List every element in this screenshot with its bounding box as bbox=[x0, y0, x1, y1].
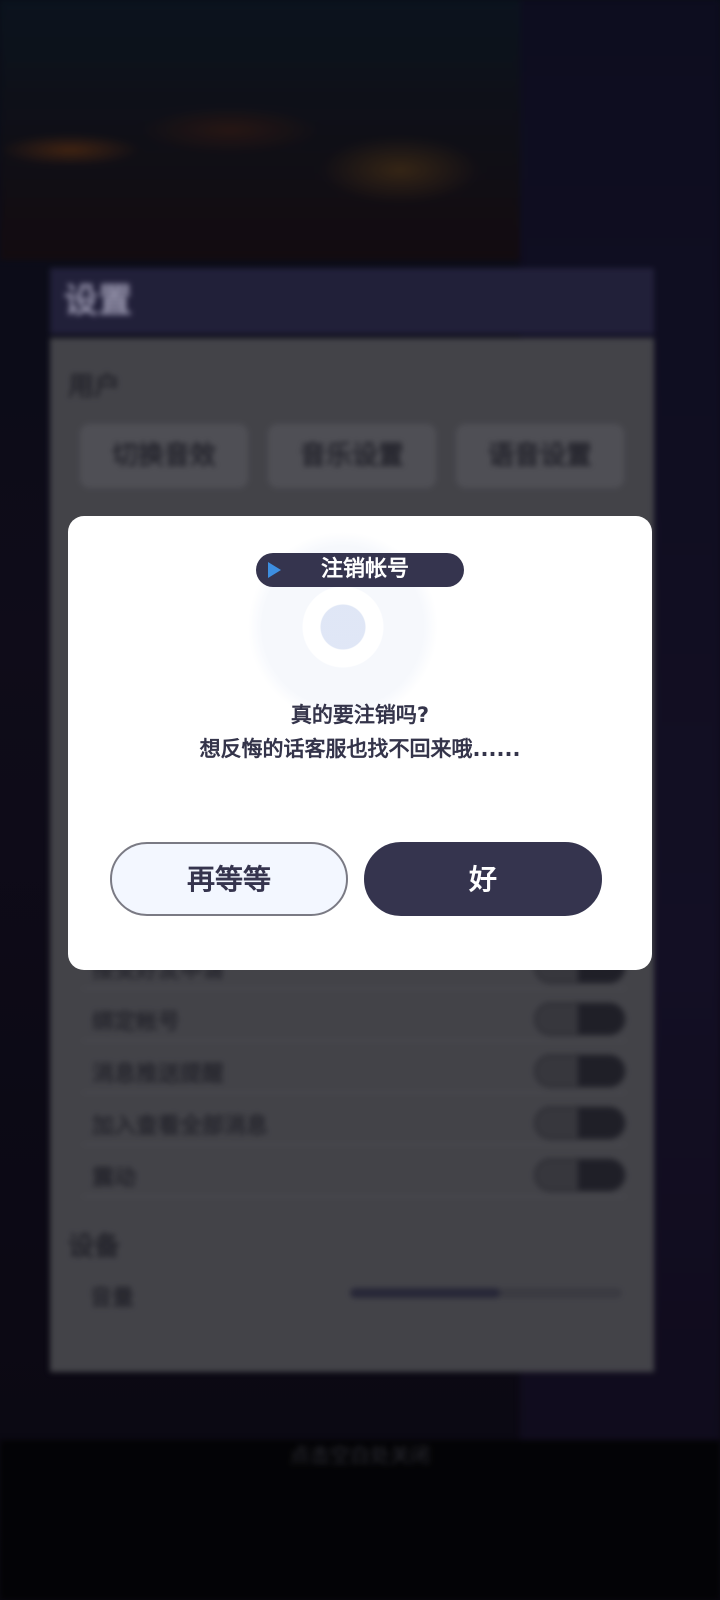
dialog-message: 真的要注销吗? 想反悔的话客服也找不回来哦...... bbox=[68, 698, 652, 766]
dialog-message-line-1: 真的要注销吗? bbox=[290, 703, 430, 727]
dialog-title-badge: 注销帐号 bbox=[256, 553, 464, 587]
deactivate-account-dialog: 注销帐号 真的要注销吗? 想反悔的话客服也找不回来哦...... 再等等 好 bbox=[68, 516, 652, 970]
confirm-button[interactable]: 好 bbox=[364, 842, 602, 916]
dialog-message-line-2: 想反悔的话客服也找不回来哦...... bbox=[199, 737, 521, 761]
cancel-button[interactable]: 再等等 bbox=[110, 842, 348, 916]
dialog-title: 注销帐号 bbox=[320, 557, 409, 582]
screen: 设置 用户 切换音效 音乐设置 语音设置 接受好友申请 绑定帐号 消息推送提醒 … bbox=[0, 0, 720, 1600]
